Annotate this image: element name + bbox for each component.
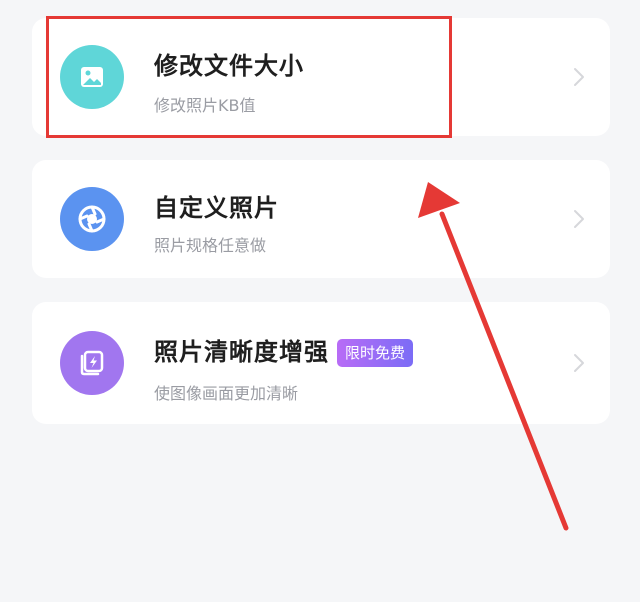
highlight-box bbox=[46, 16, 452, 138]
menu-item-title: 自定义照片 bbox=[154, 194, 279, 222]
chevron-right-icon bbox=[574, 68, 584, 86]
menu-item-custom-photo[interactable]: 自定义照片 照片规格任意做 bbox=[32, 160, 610, 278]
menu-item-title: 照片清晰度增强 限时免费 bbox=[154, 332, 414, 367]
menu-item-title-text: 照片清晰度增强 bbox=[154, 338, 329, 366]
aperture-icon bbox=[60, 187, 124, 251]
menu-item-photo-enhance[interactable]: 照片清晰度增强 限时免费 使图像画面更加清晰 bbox=[32, 302, 610, 424]
enhance-icon bbox=[60, 331, 124, 395]
chevron-right-icon bbox=[574, 354, 584, 372]
free-badge: 限时免费 bbox=[337, 339, 414, 367]
menu-item-subtitle: 使图像画面更加清晰 bbox=[154, 384, 299, 403]
menu-item-subtitle: 照片规格任意做 bbox=[154, 236, 267, 255]
chevron-right-icon bbox=[574, 210, 584, 228]
